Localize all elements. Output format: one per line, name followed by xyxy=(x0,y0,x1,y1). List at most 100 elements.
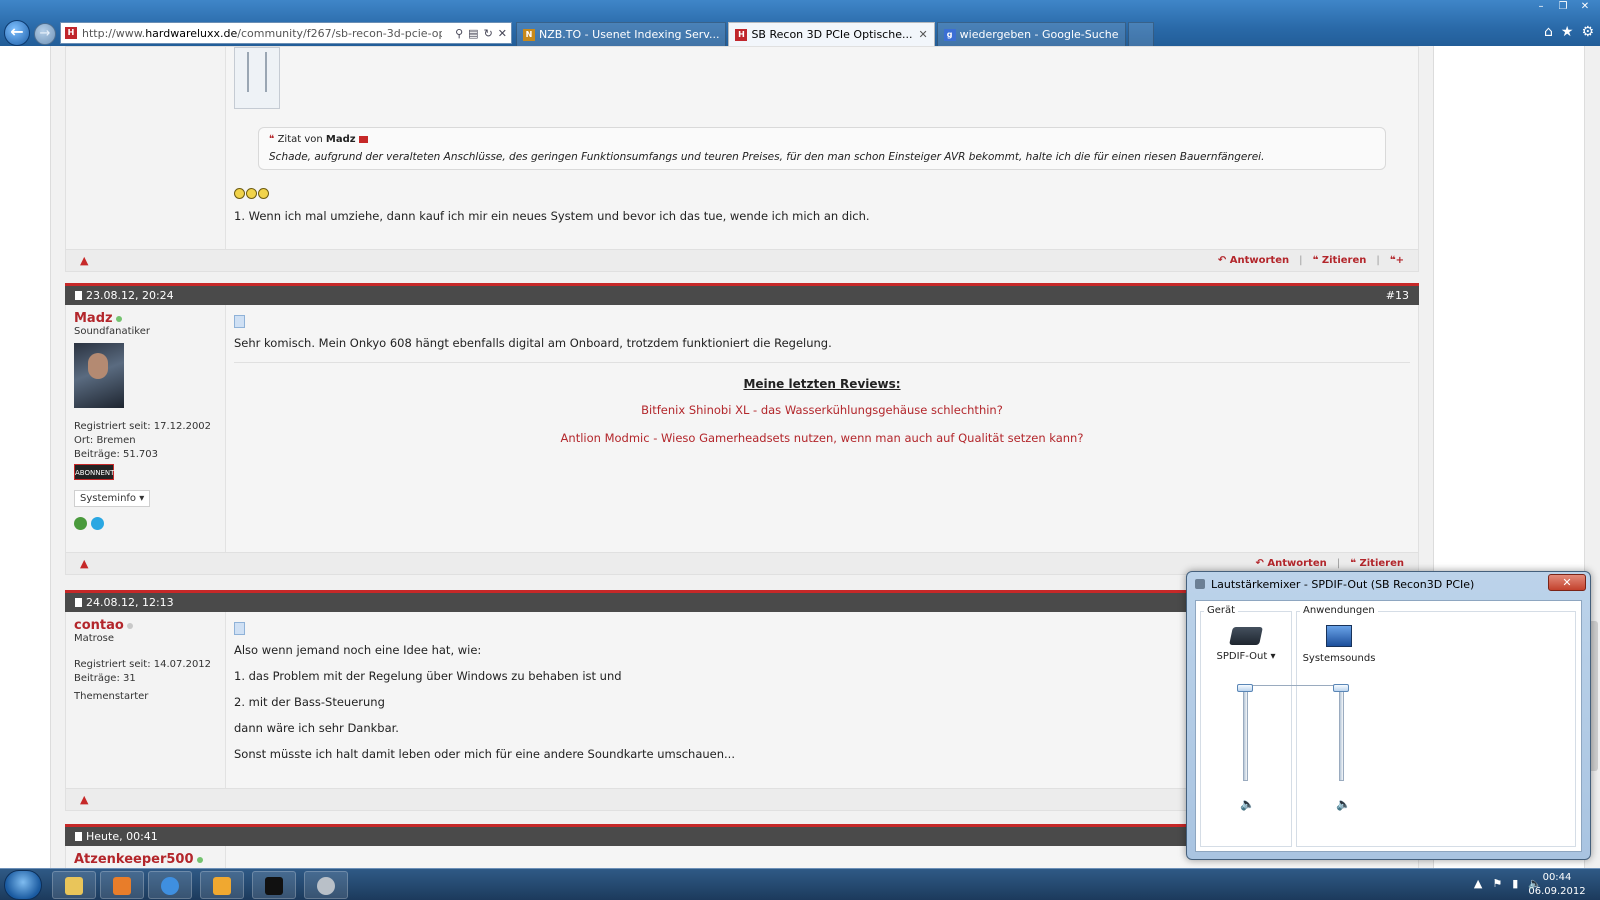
taskbar-terminal[interactable] xyxy=(252,871,296,899)
app-volume-thumb[interactable] xyxy=(1333,684,1349,692)
device-channel: SPDIF-Out ▾ xyxy=(1201,627,1291,662)
post-13-userinfo: Madz Soundfanatiker Registriert seit: 17… xyxy=(66,305,226,552)
address-bar[interactable]: H http://www.hardwareluxx.de/community/f… xyxy=(60,22,512,44)
media-player-icon xyxy=(113,877,131,895)
volume-mixer-window: Lautstärkemixer - SPDIF-Out (SB Recon3D … xyxy=(1186,571,1591,860)
signature: Meine letzten Reviews: Bitfenix Shinobi … xyxy=(234,362,1410,445)
restore-icon[interactable]: ❐ xyxy=(1552,0,1574,14)
start-button[interactable] xyxy=(4,870,42,900)
address-url: http://www.hardwareluxx.de/community/f26… xyxy=(82,26,442,40)
post-text: 1. Wenn ich mal umziehe, dann kauf ich m… xyxy=(234,209,870,223)
report-warning-icon[interactable]: ▲ xyxy=(80,557,88,570)
device-selector[interactable]: SPDIF-Out ▾ xyxy=(1217,651,1276,662)
compat-icon[interactable]: ▤ xyxy=(468,27,478,40)
back-button[interactable]: ← xyxy=(4,20,30,46)
folder-icon xyxy=(65,877,83,895)
online-status-icon xyxy=(115,316,122,322)
post-doc-icon xyxy=(234,315,245,328)
quote-button[interactable]: ❝ Zitieren xyxy=(1350,558,1404,569)
smileys xyxy=(234,188,1410,199)
subscriber-badge: ABONNENT xyxy=(74,464,114,480)
taskbar-ie[interactable] xyxy=(148,871,192,899)
smiley-icon xyxy=(258,188,269,199)
device-mute-speaker-icon[interactable]: 🔈 xyxy=(1240,797,1255,811)
speaker-app-icon xyxy=(1195,579,1205,589)
device-volume-slider[interactable] xyxy=(1243,685,1248,781)
offline-status-icon xyxy=(126,623,133,629)
reply-button[interactable]: ↶ Antworten xyxy=(1218,255,1289,266)
mixer-body: Gerät Anwendungen SPDIF-Out ▾ Systemsoun… xyxy=(1195,600,1582,852)
new-tab-button[interactable] xyxy=(1127,22,1154,46)
action-center-flag-icon[interactable]: ⚑ xyxy=(1492,877,1502,890)
refresh-icon[interactable]: ↻ xyxy=(484,27,493,40)
close-icon[interactable]: ✕ xyxy=(1548,574,1586,591)
google-favicon: g xyxy=(943,28,956,41)
close-tab-icon[interactable]: ✕ xyxy=(918,28,927,41)
mixer-titlebar[interactable]: Lautstärkemixer - SPDIF-Out (SB Recon3D … xyxy=(1187,572,1590,596)
avatar[interactable] xyxy=(74,343,124,408)
signature-link[interactable]: Bitfenix Shinobi XL - das Wasserkühlungs… xyxy=(234,403,1410,417)
skype-icon[interactable] xyxy=(91,517,104,530)
tray-expand-icon[interactable]: ▲ xyxy=(1474,877,1482,890)
favorites-star-icon[interactable]: ★ xyxy=(1561,24,1574,40)
app-volume-slider[interactable] xyxy=(1339,685,1344,781)
post-icon xyxy=(75,832,82,841)
taskbar: ▲ ⚑ ▮ 🔈 00:44 06.09.2012 xyxy=(0,868,1600,900)
report-warning-icon[interactable]: ▲ xyxy=(80,254,88,267)
post-12-userinfo xyxy=(66,47,226,249)
outlook-icon xyxy=(213,877,231,895)
volume-app-icon xyxy=(317,877,335,895)
username[interactable]: contao xyxy=(74,618,124,633)
quote-box: ❝ Zitat von Madz Schade, aufgrund der ve… xyxy=(258,127,1386,170)
post-icon xyxy=(75,598,82,607)
app-channel: Systemsounds xyxy=(1294,625,1384,664)
reply-button[interactable]: ↶ Antworten xyxy=(1256,558,1327,569)
post-number[interactable]: #13 xyxy=(1386,289,1409,302)
app-mute-speaker-icon[interactable]: 🔈 xyxy=(1336,797,1351,811)
quote-button[interactable]: ❝ Zitieren xyxy=(1313,255,1367,266)
tab-nzb[interactable]: N NZB.TO - Usenet Indexing Serv... xyxy=(516,22,727,46)
close-window-icon[interactable]: ✕ xyxy=(1574,0,1596,14)
post-text: Sehr komisch. Mein Onkyo 608 hängt ebenf… xyxy=(234,336,832,350)
taskbar-volume[interactable] xyxy=(304,871,348,899)
site-favicon: H xyxy=(735,28,748,41)
quote-icon: ❝ xyxy=(269,134,275,145)
smiley-icon xyxy=(246,188,257,199)
username[interactable]: Atzenkeeper500 xyxy=(74,852,194,867)
nzb-favicon: N xyxy=(523,28,535,41)
online-status-icon xyxy=(196,857,203,863)
post-doc-icon xyxy=(234,622,245,635)
taskbar-explorer[interactable] xyxy=(52,871,96,899)
minimize-icon[interactable]: – xyxy=(1530,0,1552,14)
internet-explorer-icon xyxy=(161,877,179,895)
system-sounds-icon[interactable] xyxy=(1326,625,1352,647)
device-volume-thumb[interactable] xyxy=(1237,684,1253,692)
systeminfo-dropdown[interactable]: Systeminfo ▾ xyxy=(74,490,151,507)
network-icon[interactable]: ▮ xyxy=(1512,877,1518,890)
stop-icon[interactable]: ✕ xyxy=(498,27,507,40)
tray-clock[interactable]: 00:44 06.09.2012 xyxy=(1522,871,1592,899)
taskbar-mediaplayer[interactable] xyxy=(100,871,144,899)
tab-google[interactable]: g wiedergeben - Google-Suche xyxy=(936,22,1126,46)
taskbar-outlook[interactable] xyxy=(200,871,244,899)
post-icon xyxy=(75,291,82,300)
gear-icon[interactable]: ⚙ xyxy=(1581,24,1594,40)
browser-chrome: – ❐ ✕ ← → H http://www.hardwareluxx.de/c… xyxy=(0,0,1600,46)
icq-icon[interactable] xyxy=(74,517,87,530)
home-icon[interactable]: ⌂ xyxy=(1544,24,1553,40)
forward-button[interactable]: → xyxy=(34,23,56,45)
attachment-thumbnail[interactable] xyxy=(234,47,280,109)
window-caption-buttons: – ❐ ✕ xyxy=(1530,0,1596,14)
view-post-icon[interactable] xyxy=(358,135,368,143)
post-14-userinfo: contao Matrose Registriert seit: 14.07.2… xyxy=(66,612,226,788)
report-warning-icon[interactable]: ▲ xyxy=(80,793,88,806)
signature-link[interactable]: Antlion Modmic - Wieso Gamerheadsets nut… xyxy=(234,431,1410,445)
username[interactable]: Madz xyxy=(74,311,113,326)
post-footer: ▲ ↶ Antworten | ❝ Zitieren | ❝+ xyxy=(65,250,1419,272)
tab-sb-recon[interactable]: H SB Recon 3D PCIe Optische... ✕ xyxy=(728,22,935,46)
search-icon[interactable]: ⚲ xyxy=(455,27,463,40)
tab-strip: N NZB.TO - Usenet Indexing Serv... H SB … xyxy=(516,22,1156,46)
spdif-device-icon[interactable] xyxy=(1229,627,1263,645)
multiquote-icon[interactable]: ❝+ xyxy=(1390,255,1404,266)
post-12: ❝ Zitat von Madz Schade, aufgrund der ve… xyxy=(65,46,1419,272)
